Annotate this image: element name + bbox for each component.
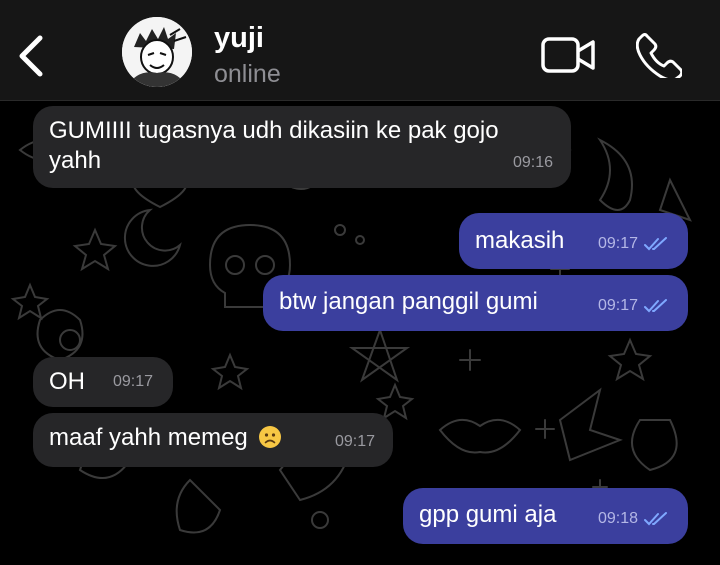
message-text: maaf yahh memeg [49, 424, 248, 451]
message-bubble-incoming[interactable]: OH 09:17 [33, 357, 173, 407]
message-time: 09:17 [597, 297, 638, 314]
message-bubble-incoming[interactable]: maaf yahh memeg 09:17 [33, 413, 393, 467]
back-button[interactable] [14, 32, 50, 80]
avatar[interactable] [122, 17, 192, 87]
message-time: 09:17 [112, 373, 153, 390]
message-text-line: yahh [49, 147, 102, 174]
message-bubble-outgoing[interactable]: btw jangan panggil gumi 09:17 [263, 275, 688, 331]
double-check-icon [644, 512, 667, 526]
message-time: 09:18 [597, 510, 638, 527]
message-time: 09:16 [512, 154, 553, 171]
contact-status: online [214, 60, 281, 88]
double-check-icon [644, 237, 667, 251]
chat-header: yuji online [0, 0, 720, 101]
video-call-button[interactable] [540, 34, 596, 76]
message-bubble-outgoing[interactable]: makasih 09:17 [459, 213, 688, 269]
contact-name[interactable]: yuji [214, 22, 264, 55]
phone-icon [635, 33, 684, 82]
message-bubble-outgoing[interactable]: gpp gumi aja 09:18 [403, 488, 688, 544]
message-text-line: GUMIIII tugasnya udh dikasiin ke pak goj… [49, 117, 499, 144]
message-time: 09:17 [597, 235, 638, 252]
chevron-left-icon [19, 35, 43, 77]
double-check-icon [644, 299, 667, 313]
voice-call-button[interactable] [635, 32, 684, 82]
avatar-image [122, 17, 192, 87]
video-camera-icon [541, 37, 595, 73]
message-time: 09:17 [334, 433, 375, 450]
message-bubble-incoming[interactable]: GUMIIII tugasnya udh dikasiin ke pak goj… [33, 106, 571, 188]
frowning-face-emoji [259, 426, 282, 448]
